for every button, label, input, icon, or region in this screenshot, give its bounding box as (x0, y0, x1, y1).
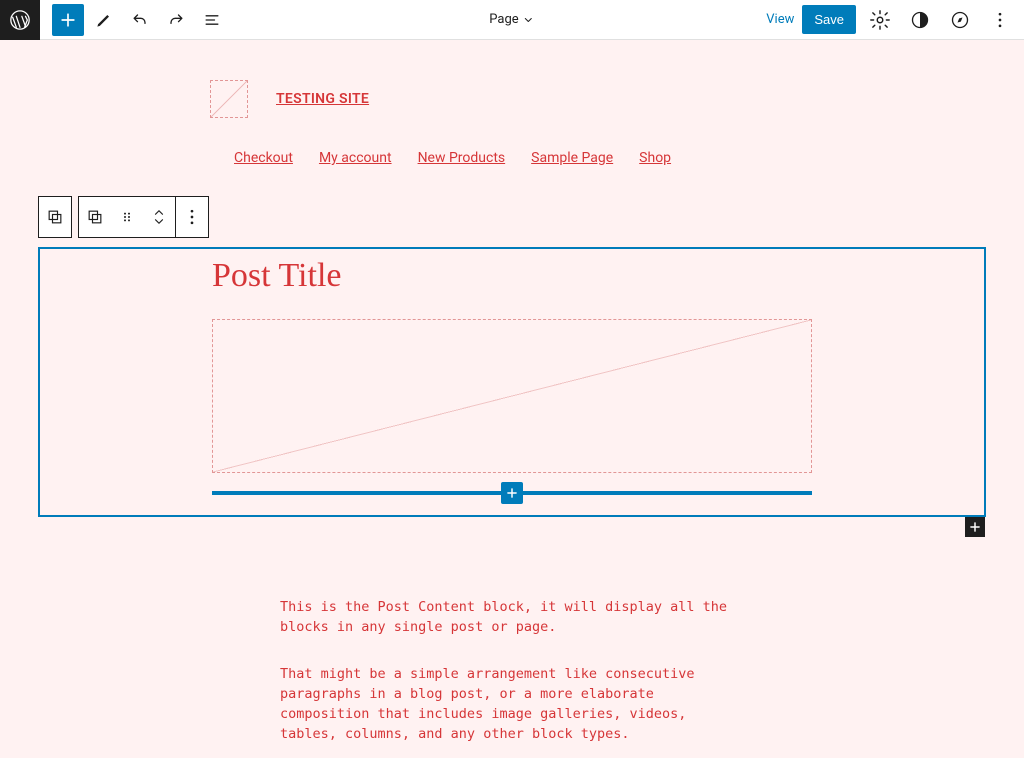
kebab-icon (990, 10, 1010, 30)
toolbar-left-group (40, 4, 228, 36)
nav-item-shop[interactable]: Shop (639, 150, 671, 166)
nav-item-my-account[interactable]: My account (319, 150, 392, 166)
kebab-icon (182, 207, 202, 227)
block-toolbar-parent-group (38, 196, 72, 238)
tools-button[interactable] (88, 4, 120, 36)
pencil-icon (94, 10, 114, 30)
view-options-button[interactable] (944, 4, 976, 36)
redo-icon (166, 10, 186, 30)
post-title-block[interactable]: Post Title (212, 249, 812, 319)
block-toolbar-main-group (78, 196, 209, 238)
document-type-dropdown[interactable]: Page (489, 12, 534, 27)
wordpress-logo[interactable] (0, 0, 40, 40)
post-content-paragraph: This is the Post Content block, it will … (280, 597, 750, 638)
block-options-button[interactable] (176, 197, 208, 237)
contrast-icon (910, 10, 930, 30)
site-logo-placeholder[interactable] (210, 80, 248, 118)
plus-icon (505, 486, 519, 500)
block-type-button[interactable] (79, 197, 111, 237)
compass-icon (950, 10, 970, 30)
block-inserter-button[interactable] (52, 4, 84, 36)
post-content-block[interactable]: This is the Post Content block, it will … (280, 597, 750, 745)
block-toolbar (38, 196, 1024, 238)
gear-icon (869, 9, 891, 31)
post-content-paragraph: That might be a simple arrangement like … (280, 664, 750, 745)
drag-icon (119, 209, 135, 225)
editor-canvas: TESTING SITE Checkout My account New Pro… (0, 40, 1024, 745)
view-link[interactable]: View (766, 12, 794, 27)
site-navigation: Checkout My account New Products Sample … (234, 150, 1024, 166)
plus-icon (968, 520, 982, 534)
group-icon (85, 207, 105, 227)
styles-button[interactable] (904, 4, 936, 36)
nav-item-sample-page[interactable]: Sample Page (531, 150, 613, 166)
toolbar-right-group: View Save (766, 4, 1024, 36)
wordpress-icon (9, 9, 31, 31)
plus-icon (58, 10, 78, 30)
settings-button[interactable] (864, 4, 896, 36)
redo-button[interactable] (160, 4, 192, 36)
save-button[interactable]: Save (802, 5, 856, 34)
document-type-label: Page (489, 12, 518, 27)
site-identity: TESTING SITE (210, 80, 1024, 118)
editor-top-toolbar: Page View Save (0, 0, 1024, 40)
options-menu-button[interactable] (984, 4, 1016, 36)
featured-image-placeholder[interactable] (212, 319, 812, 473)
document-overview-button[interactable] (196, 4, 228, 36)
select-parent-button[interactable] (39, 197, 71, 237)
chevron-down-icon (523, 14, 535, 26)
block-appender-button[interactable] (965, 517, 985, 537)
block-mover[interactable] (143, 197, 175, 237)
undo-button[interactable] (124, 4, 156, 36)
drag-handle[interactable] (111, 197, 143, 237)
sibling-inserter-line (212, 491, 812, 495)
nav-item-new-products[interactable]: New Products (418, 150, 506, 166)
site-header: TESTING SITE Checkout My account New Pro… (0, 40, 1024, 166)
undo-icon (130, 10, 150, 30)
selected-group-block[interactable]: Post Title (38, 247, 986, 517)
sibling-inserter-button[interactable] (501, 482, 523, 504)
group-icon (45, 207, 65, 227)
list-view-icon (202, 10, 222, 30)
site-title-link[interactable]: TESTING SITE (276, 91, 369, 107)
mover-arrows-icon (152, 208, 166, 226)
nav-item-checkout[interactable]: Checkout (234, 150, 293, 166)
